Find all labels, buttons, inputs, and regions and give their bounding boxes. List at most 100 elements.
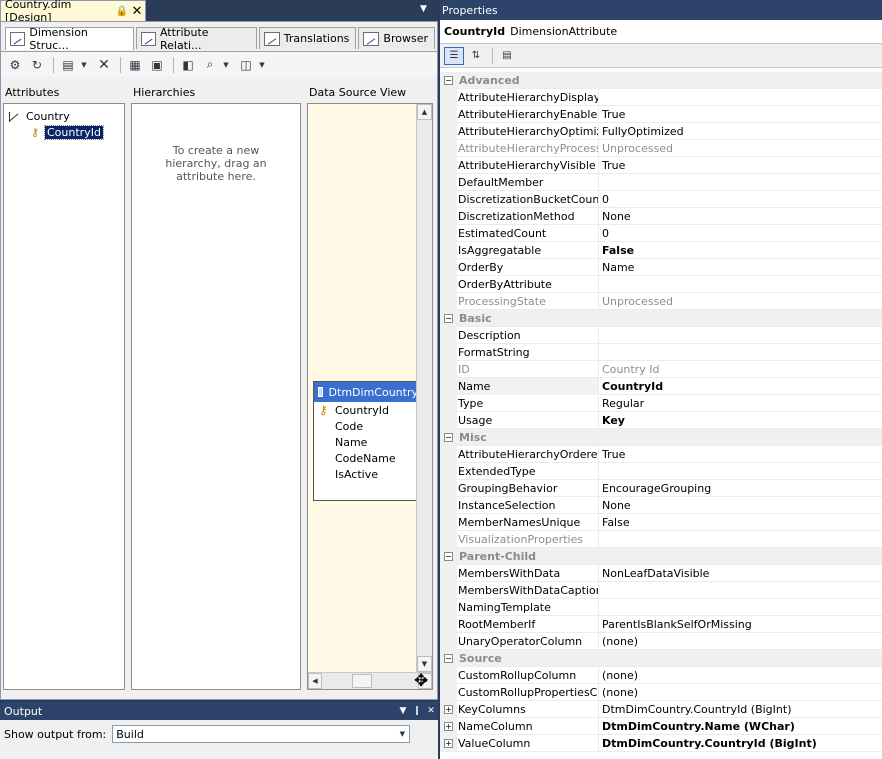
property-value[interactable]: 0 [599,225,882,242]
property-value[interactable] [599,344,882,361]
property-value[interactable] [599,582,882,599]
new-named-query-icon[interactable]: ▣ [147,56,167,74]
zoom-dropdown-icon[interactable]: ▼ [222,56,230,74]
property-row[interactable]: GroupingBehavior EncourageGrouping [440,479,882,497]
property-row[interactable]: Type Regular [440,394,882,412]
property-value[interactable]: DtmDimCountry.Name (WChar) [599,718,882,735]
property-value[interactable]: NonLeafDataVisible [599,565,882,582]
property-value[interactable]: Regular [599,395,882,412]
show-table-icon[interactable]: ▦ [125,56,145,74]
pan-move-icon[interactable]: ✥ [414,671,428,691]
property-pages-icon[interactable]: ▤ [497,47,517,65]
document-tab[interactable]: Country.dim [Design] 🔒 ✕ [0,0,146,24]
pin-icon[interactable]: ❙ [410,706,424,716]
property-value[interactable]: ParentIsBlankSelfOrMissing [599,616,882,633]
expand-icon[interactable]: + [444,704,453,714]
collapse-icon[interactable]: − [444,432,453,442]
tab-list-dropdown-icon[interactable]: ▼ [420,4,427,14]
property-row[interactable]: FormatString [440,343,882,361]
data-source-view-pane[interactable]: DtmDimCountry ⚷ CountryId Code Name Code… [307,103,433,690]
property-value[interactable]: False [599,242,882,259]
property-row[interactable]: DiscretizationBucketCount 0 [440,190,882,208]
property-value[interactable]: None [599,497,882,514]
close-icon[interactable]: ✕ [424,706,438,716]
property-row[interactable]: Usage Key [440,411,882,429]
property-row[interactable]: + ValueColumn DtmDimCountry.CountryId (Big… [440,734,882,752]
collapse-icon[interactable]: − [444,75,453,85]
view-attributes-icon[interactable]: ▤ [58,56,78,74]
property-row[interactable]: Name CountryId [440,377,882,395]
property-value[interactable]: True [599,446,882,463]
property-row[interactable]: OrderBy Name [440,258,882,276]
property-value[interactable]: (none) [599,684,882,701]
property-row[interactable]: Description [440,326,882,344]
table-column[interactable]: Name [314,434,418,450]
tab-dimension-structure[interactable]: Dimension Struc... [5,26,134,52]
arrange-dropdown-icon[interactable]: ▼ [258,56,266,74]
expand-icon[interactable]: + [444,738,453,748]
property-row[interactable]: AttributeHierarchyOrdered True [440,445,882,463]
property-value[interactable]: Key [599,412,882,429]
property-value[interactable]: True [599,157,882,174]
property-value[interactable]: FullyOptimized [599,123,882,140]
property-row[interactable]: CustomRollupPropertiesColumn(none) [440,683,882,701]
property-value[interactable]: DtmDimCountry.CountryId (BigInt) [599,701,882,718]
scroll-left-icon[interactable]: ◀ [308,673,322,689]
property-value[interactable] [599,327,882,344]
property-category[interactable]: − Advanced [440,71,882,89]
alphabetical-icon[interactable]: ⇅ [466,47,486,65]
property-value[interactable]: False [599,514,882,531]
property-row[interactable]: UnaryOperatorColumn (none) [440,632,882,650]
property-row[interactable]: MemberNamesUnique False [440,513,882,531]
chevron-down-icon[interactable]: ▼ [395,730,409,738]
property-value[interactable]: Country Id [599,361,882,378]
property-category[interactable]: − Misc [440,428,882,446]
table-column[interactable]: Code [314,418,418,434]
property-value[interactable] [599,276,882,293]
property-value[interactable]: 0 [599,191,882,208]
property-value[interactable]: Unprocessed [599,140,882,157]
property-row[interactable]: VisualizationProperties [440,530,882,548]
scroll-up-icon[interactable]: ▲ [417,104,432,120]
property-category[interactable]: − Source [440,649,882,667]
close-icon[interactable]: ✕ [129,4,145,19]
property-row[interactable]: AttributeHierarchyEnabled True [440,105,882,123]
property-row[interactable]: + KeyColumns DtmDimCountry.CountryId (BigI… [440,700,882,718]
property-row[interactable]: ExtendedType [440,462,882,480]
property-value[interactable]: None [599,208,882,225]
property-value[interactable] [599,89,882,106]
property-value[interactable]: EncourageGrouping [599,480,882,497]
property-row[interactable]: AttributeHierarchyVisible True [440,156,882,174]
tab-browser[interactable]: Browser [358,27,435,49]
process-icon[interactable]: ⚙ [5,56,25,74]
property-row[interactable]: IsAggregatable False [440,241,882,259]
property-row[interactable]: ID Country Id [440,360,882,378]
property-row[interactable]: OrderByAttribute [440,275,882,293]
property-category[interactable]: − Basic [440,309,882,327]
zoom-icon[interactable]: ⌕ [200,56,220,74]
categorized-icon[interactable]: ☰ [444,46,464,65]
property-row[interactable]: DefaultMember [440,173,882,191]
property-row[interactable]: CustomRollupColumn (none) [440,666,882,684]
vertical-scrollbar[interactable]: ▲ ▼ [416,104,432,672]
property-value[interactable]: Unprocessed [599,293,882,310]
property-row[interactable]: RootMemberIf ParentIsBlankSelfOrMissing [440,615,882,633]
property-value[interactable]: CountryId [599,378,882,395]
scroll-thumb[interactable] [352,674,372,688]
collapse-icon[interactable]: − [444,653,453,663]
property-value[interactable]: True [599,106,882,123]
property-row[interactable]: DiscretizationMethod None [440,207,882,225]
expand-icon[interactable]: + [444,721,453,731]
property-row[interactable]: + NameColumn DtmDimCountry.Name (WChar) [440,717,882,735]
table-column[interactable]: CodeName [314,450,418,466]
scroll-down-icon[interactable]: ▼ [417,656,432,672]
arrange-tables-icon[interactable]: ◫ [236,56,256,74]
property-row[interactable]: AttributeHierarchyProcessingStateUnproce… [440,139,882,157]
property-value[interactable] [599,174,882,191]
property-value[interactable]: (none) [599,667,882,684]
property-row[interactable]: MembersWithData NonLeafDataVisible [440,564,882,582]
property-row[interactable]: AttributeHierarchyOptimizedStateFullyOpt… [440,122,882,140]
collapse-icon[interactable]: − [444,313,453,323]
property-row[interactable]: AttributeHierarchyDisplayFolder [440,88,882,106]
property-category[interactable]: − Parent-Child [440,547,882,565]
